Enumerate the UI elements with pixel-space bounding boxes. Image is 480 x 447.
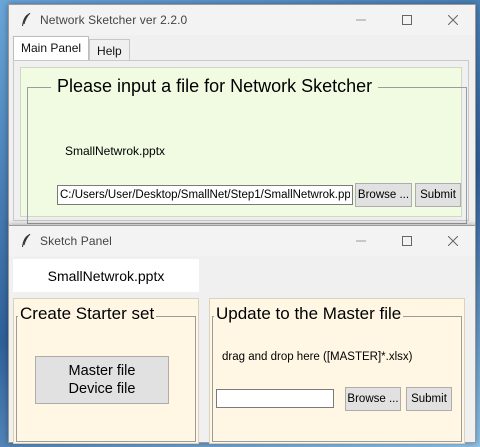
- main-window: Network Sketcher ver 2.2.0 Main Panel He…: [8, 4, 476, 226]
- button-line-device: Device file: [68, 381, 136, 397]
- submit-button[interactable]: Submit: [415, 183, 461, 207]
- starter-area: Create Starter set Master file Device fi…: [13, 298, 199, 444]
- close-button[interactable]: [430, 226, 476, 256]
- main-titlebar[interactable]: Network Sketcher ver 2.2.0: [9, 5, 475, 35]
- minimize-button[interactable]: [338, 5, 384, 35]
- input-file-area: Please input a file for Network Sketcher…: [20, 67, 467, 224]
- tab-bar: Main Panel Help: [13, 36, 130, 60]
- close-icon: [448, 15, 458, 25]
- maximize-icon: [402, 236, 412, 246]
- file-path-input[interactable]: [57, 185, 353, 205]
- tab-help[interactable]: Help: [89, 39, 130, 60]
- update-group: [212, 316, 462, 442]
- main-panel: Please input a file for Network Sketcher…: [13, 60, 469, 224]
- sketch-window-title: Sketch Panel: [40, 234, 112, 248]
- sketch-titlebar[interactable]: Sketch Panel: [9, 226, 475, 256]
- minimize-icon: [356, 240, 366, 242]
- maximize-button[interactable]: [384, 5, 430, 35]
- close-button[interactable]: [430, 5, 476, 35]
- master-file-path-input[interactable]: [216, 389, 334, 408]
- close-icon: [448, 236, 458, 246]
- feather-icon: [20, 234, 32, 248]
- button-line-master: Master file: [68, 363, 136, 379]
- minimize-icon: [356, 19, 366, 21]
- feather-icon: [20, 13, 32, 27]
- drop-zone-label[interactable]: drag and drop here ([MASTER]*.xlsx): [222, 351, 412, 363]
- submit-master-button[interactable]: Submit: [406, 387, 452, 411]
- tab-main-panel[interactable]: Main Panel: [13, 36, 90, 60]
- master-device-file-button[interactable]: Master file Device file: [35, 356, 169, 404]
- sketch-window: Sketch Panel SmallNetwrok.pptx Create St…: [8, 225, 476, 444]
- window-title: Network Sketcher ver 2.2.0: [40, 13, 188, 27]
- minimize-button[interactable]: [338, 226, 384, 256]
- maximize-icon: [402, 15, 412, 25]
- selected-file-label: SmallNetwrok.pptx: [65, 144, 166, 158]
- sketch-file-label: SmallNetwrok.pptx: [13, 259, 199, 292]
- group-title: Please input a file for Network Sketcher: [51, 76, 379, 97]
- maximize-button[interactable]: [384, 226, 430, 256]
- update-title: Update to the Master file: [214, 304, 404, 324]
- browse-master-button[interactable]: Browse ...: [345, 387, 401, 411]
- browse-button[interactable]: Browse ...: [355, 183, 412, 207]
- starter-title: Create Starter set: [18, 304, 157, 324]
- update-area: Update to the Master file drag and drop …: [209, 298, 465, 444]
- sketch-body: SmallNetwrok.pptx Create Starter set Mas…: [9, 256, 475, 444]
